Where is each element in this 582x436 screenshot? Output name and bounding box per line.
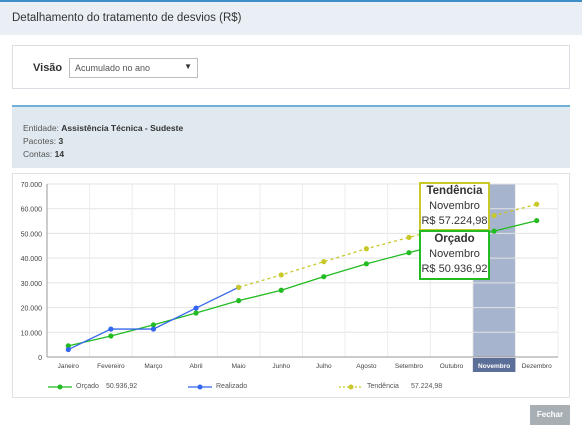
- x-tick-label: Setembro: [395, 363, 424, 370]
- visao-label: Visão: [33, 62, 63, 74]
- y-tick-label: 30.000: [21, 281, 43, 288]
- data-point: [193, 310, 199, 316]
- tooltip-orcado: Orçado Novembro R$ 50.936,92: [419, 230, 490, 280]
- data-point: [236, 284, 242, 290]
- data-point: [278, 272, 284, 278]
- legend-orcado-label: Orçado: [76, 383, 99, 390]
- data-point: [321, 259, 327, 265]
- y-tick-label: 40.000: [21, 256, 43, 263]
- tooltip-orcado-value: R$ 50.936,92: [421, 263, 488, 275]
- tooltip-tendencia-value: R$ 57.224,98: [421, 215, 488, 227]
- legend-tendencia-label: Tendência: [367, 383, 399, 390]
- x-tick-label: Julho: [316, 363, 332, 370]
- fechar-button[interactable]: Fechar: [530, 405, 570, 425]
- data-point: [236, 298, 242, 304]
- y-tick-label: 70.000: [21, 182, 43, 189]
- y-tick-label: 50.000: [21, 231, 43, 238]
- x-tick-label: Agosto: [356, 363, 377, 370]
- data-point: [406, 250, 412, 256]
- tooltip-orcado-month: Novembro: [429, 248, 480, 260]
- y-tick-label: 0: [38, 355, 42, 362]
- chevron-down-icon: ▼: [184, 62, 192, 71]
- x-tick-label: Outubro: [440, 363, 464, 370]
- x-tick-label: Janeiro: [58, 363, 80, 370]
- dialog-header: Detalhamento do tratamento de desvios (R…: [0, 0, 582, 35]
- data-point: [321, 274, 327, 280]
- data-point: [534, 201, 540, 207]
- legend-orcado-marker: [48, 384, 72, 390]
- y-tick-label: 20.000: [21, 306, 43, 313]
- visao-panel: Visão Acumulado no ano ▼: [12, 45, 570, 89]
- tooltip-tendencia-month: Novembro: [429, 200, 480, 212]
- x-tick-label: Março: [144, 363, 162, 370]
- y-tick-label: 10.000: [21, 330, 43, 337]
- legend-item-realizado[interactable]: Realizado: [188, 381, 288, 393]
- data-point: [534, 217, 540, 224]
- data-point: [491, 212, 497, 219]
- data-point: [108, 326, 114, 332]
- tooltip-tendencia-title: Tendência: [426, 185, 483, 197]
- y-tick-label: 60.000: [21, 207, 43, 214]
- x-tick-label: Fevereiro: [97, 363, 125, 370]
- legend-realizado-label: Realizado: [216, 383, 248, 390]
- data-point: [406, 234, 412, 240]
- data-point: [363, 246, 369, 252]
- data-point: [108, 333, 114, 339]
- data-point: [278, 287, 284, 293]
- tooltip-orcado-title: Orçado: [434, 233, 475, 245]
- info-pacotes: Pacotes: 3: [23, 136, 64, 146]
- info-contas: Contas: 14: [23, 149, 65, 159]
- data-point: [363, 261, 369, 267]
- legend-tendencia-value: 57.224,98: [411, 383, 443, 390]
- tooltip-tendencia: Tendência Novembro R$ 57.224,98: [419, 182, 490, 231]
- x-tick-label: Junho: [272, 363, 290, 370]
- data-point: [65, 346, 71, 353]
- x-tick-label: Novembro: [478, 363, 510, 370]
- entidade-value: Assistência Técnica - Sudeste: [61, 123, 184, 133]
- dialog-title: Detalhamento do tratamento de desvios (R…: [12, 12, 242, 24]
- legend-realizado-marker: [188, 384, 212, 390]
- legend-orcado-value: 50.936,92: [106, 383, 138, 390]
- data-point: [193, 305, 199, 311]
- visao-select-value: Acumulado no ano: [75, 63, 151, 73]
- visao-select[interactable]: Acumulado no ano ▼: [69, 58, 198, 78]
- contas-value: 14: [54, 149, 65, 159]
- info-panel: Entidade: Assistência Técnica - Sudeste …: [12, 105, 570, 168]
- x-tick-label: Maio: [232, 363, 246, 370]
- legend-item-tendencia[interactable]: Tendência 57.224,98: [339, 381, 479, 393]
- pacotes-value: 3: [58, 136, 64, 146]
- chart-panel: 0 10.000 20.000 30.000 40.000 50.000 60.000 70.…: [12, 173, 570, 398]
- x-tick-label: Abril: [190, 363, 204, 370]
- legend-item-orcado[interactable]: Orçado 50.936,92: [48, 381, 178, 393]
- x-tick-label: Dezembro: [522, 363, 552, 370]
- data-point: [491, 228, 497, 234]
- info-entidade: Entidade: Assistência Técnica - Sudeste: [23, 123, 184, 133]
- data-point: [150, 326, 157, 332]
- legend-tendencia-marker: [339, 384, 363, 390]
